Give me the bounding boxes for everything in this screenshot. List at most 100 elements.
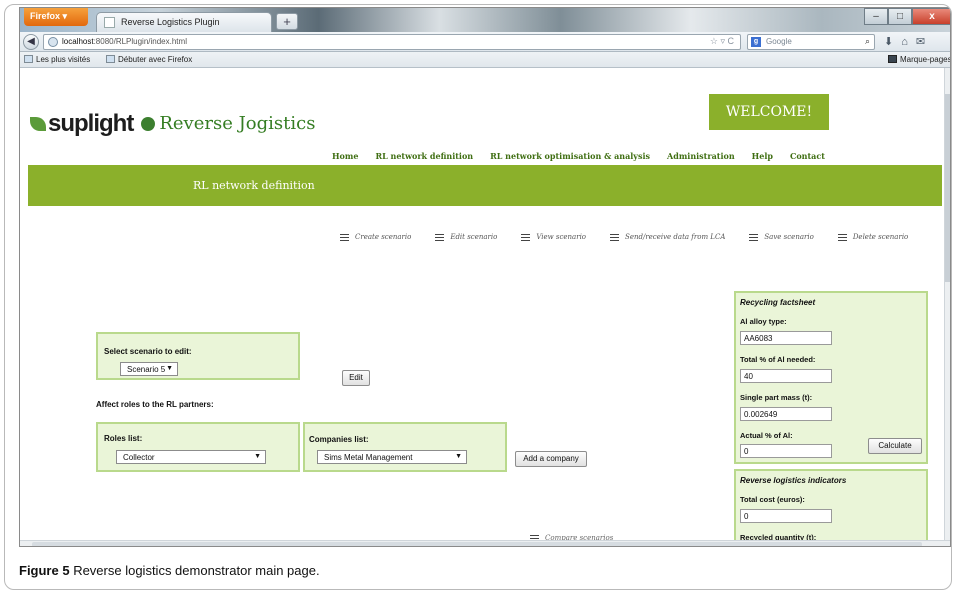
indicators-panel: Reverse logistics indicators Total cost …	[734, 469, 928, 542]
total-al-field[interactable]: 40	[740, 369, 832, 383]
menu-help[interactable]: Help	[752, 151, 773, 161]
scenario-select-value: Scenario 5	[127, 365, 166, 374]
list-icon	[521, 233, 531, 241]
new-tab-button[interactable]: +	[276, 13, 298, 30]
select-scenario-panel: Select scenario to edit: Scenario 5 ▼	[96, 332, 300, 380]
companies-panel: Companies list: Sims Metal Management ▼	[303, 422, 507, 472]
globe-icon	[48, 37, 58, 47]
section-banner: RL network definition	[28, 165, 942, 206]
menu-rl-network-definition[interactable]: RL network definition	[375, 151, 473, 161]
bookmark-getting-started[interactable]: Débuter avec Firefox	[106, 55, 192, 64]
bookmarks-menu-label: Marque-pages	[900, 55, 951, 64]
brand-name: suplight	[48, 110, 134, 137]
maximize-button[interactable]: □	[888, 8, 912, 25]
main-menu: Home RL network definition RL network op…	[332, 151, 842, 161]
url-path: :8080/RLPlugin/index.html	[93, 37, 187, 46]
total-cost-label: Total cost (euros):	[740, 495, 805, 504]
web-page: suplight Reverse Jogistics WELCOME! Home …	[20, 68, 946, 542]
close-button[interactable]: x	[912, 8, 950, 25]
view-scenario-link[interactable]: View scenario	[521, 233, 586, 241]
affect-roles-label: Affect roles to the RL partners:	[96, 400, 214, 409]
edit-scenario-link[interactable]: Edit scenario	[435, 233, 497, 241]
figure-caption: Figure 5 Reverse logistics demonstrator …	[19, 563, 320, 578]
magnifier-icon[interactable]: ⌕	[865, 36, 870, 47]
chevron-down-icon: ▼	[254, 453, 261, 460]
site-subtitle: Reverse Jogistics	[159, 113, 316, 134]
firefox-menu-label: Firefox	[30, 11, 61, 21]
scenario-select[interactable]: Scenario 5 ▼	[120, 362, 178, 376]
alloy-type-field[interactable]: AA6083	[740, 331, 832, 345]
google-icon: g	[751, 37, 761, 47]
browser-window: Firefox ▾ Reverse Logistics Plugin + – □…	[19, 7, 951, 547]
list-icon	[610, 233, 620, 241]
send-receive-lca-link[interactable]: Send/receive data from LCA	[610, 233, 725, 241]
scroll-thumb[interactable]	[32, 542, 922, 546]
roles-list-label: Roles list:	[104, 434, 143, 443]
horizontal-scrollbar[interactable]	[20, 540, 950, 546]
firefox-menu-button[interactable]: Firefox ▾	[24, 8, 88, 26]
page-icon	[104, 17, 115, 28]
companies-list-label: Companies list:	[309, 435, 369, 444]
leaf-icon	[30, 117, 46, 131]
action-label: Edit scenario	[450, 233, 498, 241]
part-mass-field[interactable]: 0.002649	[740, 407, 832, 421]
url-host: localhost	[62, 37, 94, 46]
recycling-factsheet-panel: Recycling factsheet Al alloy type: AA608…	[734, 291, 928, 464]
select-scenario-label: Select scenario to edit:	[104, 347, 192, 356]
banner-title: RL network definition	[193, 179, 315, 192]
total-al-label: Total % of Al needed:	[740, 355, 816, 364]
alloy-type-label: Al alloy type:	[740, 317, 787, 326]
companies-select-value: Sims Metal Management	[324, 453, 413, 462]
menu-rl-optimisation[interactable]: RL network optimisation & analysis	[490, 151, 650, 161]
scenario-actions: Create scenario Edit scenario View scena…	[340, 233, 932, 241]
menu-contact[interactable]: Contact	[790, 151, 825, 161]
roles-panel: Roles list: Collector ▼	[96, 422, 300, 472]
list-icon	[435, 233, 445, 241]
toolbar-icons[interactable]: ⬇⌂✉	[884, 35, 933, 48]
edit-button[interactable]: Edit	[342, 370, 370, 386]
search-field[interactable]: g Google ⌕	[747, 34, 875, 50]
browser-tab[interactable]: Reverse Logistics Plugin	[96, 12, 272, 32]
minimize-button[interactable]: –	[864, 8, 888, 25]
bookmark-label: Débuter avec Firefox	[118, 55, 193, 64]
add-company-button[interactable]: Add a company	[515, 451, 587, 467]
site-logo[interactable]: suplight Reverse Jogistics	[30, 110, 316, 137]
save-scenario-link[interactable]: Save scenario	[749, 233, 814, 241]
chevron-down-icon: ▼	[166, 365, 173, 372]
total-cost-field[interactable]: 0	[740, 509, 832, 523]
menu-administration[interactable]: Administration	[667, 151, 735, 161]
list-icon	[340, 233, 349, 241]
url-field[interactable]: localhost:8080/RLPlugin/index.html ☆ ▿ C	[43, 34, 741, 50]
bookmarks-menu[interactable]: Marque-pages	[888, 55, 951, 64]
calculate-button[interactable]: Calculate	[868, 438, 922, 454]
create-scenario-link[interactable]: Create scenario	[340, 233, 411, 241]
recycle-icon	[141, 117, 156, 131]
action-label: Save scenario	[764, 233, 814, 241]
scroll-thumb[interactable]	[945, 94, 950, 282]
companies-select[interactable]: Sims Metal Management ▼	[317, 450, 467, 464]
tab-title: Reverse Logistics Plugin	[121, 17, 220, 27]
action-label: View scenario	[536, 233, 587, 241]
url-star-reload-icons[interactable]: ☆ ▿ C	[710, 36, 734, 47]
delete-scenario-link[interactable]: Delete scenario	[837, 233, 908, 241]
bookmark-most-visited[interactable]: Les plus visités	[24, 55, 90, 64]
bookmark-label: Les plus visités	[36, 55, 91, 64]
actual-al-field[interactable]: 0	[740, 444, 832, 458]
action-label: Send/receive data from LCA	[625, 233, 726, 241]
action-label: Create scenario	[355, 233, 412, 241]
back-arrow-icon[interactable]: ◀	[23, 34, 39, 50]
bookmarks-icon	[888, 55, 897, 63]
bookmarks-bar: Les plus visités Débuter avec Firefox Ma…	[20, 52, 951, 68]
vertical-scrollbar[interactable]	[944, 68, 950, 540]
bookmark-icon	[24, 55, 33, 63]
actual-al-label: Actual % of Al:	[740, 431, 793, 440]
figure-label: Figure 5	[19, 563, 70, 578]
navigation-bar: ◀ localhost:8080/RLPlugin/index.html ☆ ▿…	[20, 32, 950, 52]
list-icon	[837, 233, 847, 241]
menu-home[interactable]: Home	[332, 151, 358, 161]
title-bar: Firefox ▾ Reverse Logistics Plugin + – □…	[20, 8, 950, 32]
roles-select[interactable]: Collector ▼	[116, 450, 266, 464]
roles-select-value: Collector	[123, 453, 155, 462]
indicators-title: Reverse logistics indicators	[740, 476, 847, 485]
welcome-badge: WELCOME!	[709, 94, 829, 130]
